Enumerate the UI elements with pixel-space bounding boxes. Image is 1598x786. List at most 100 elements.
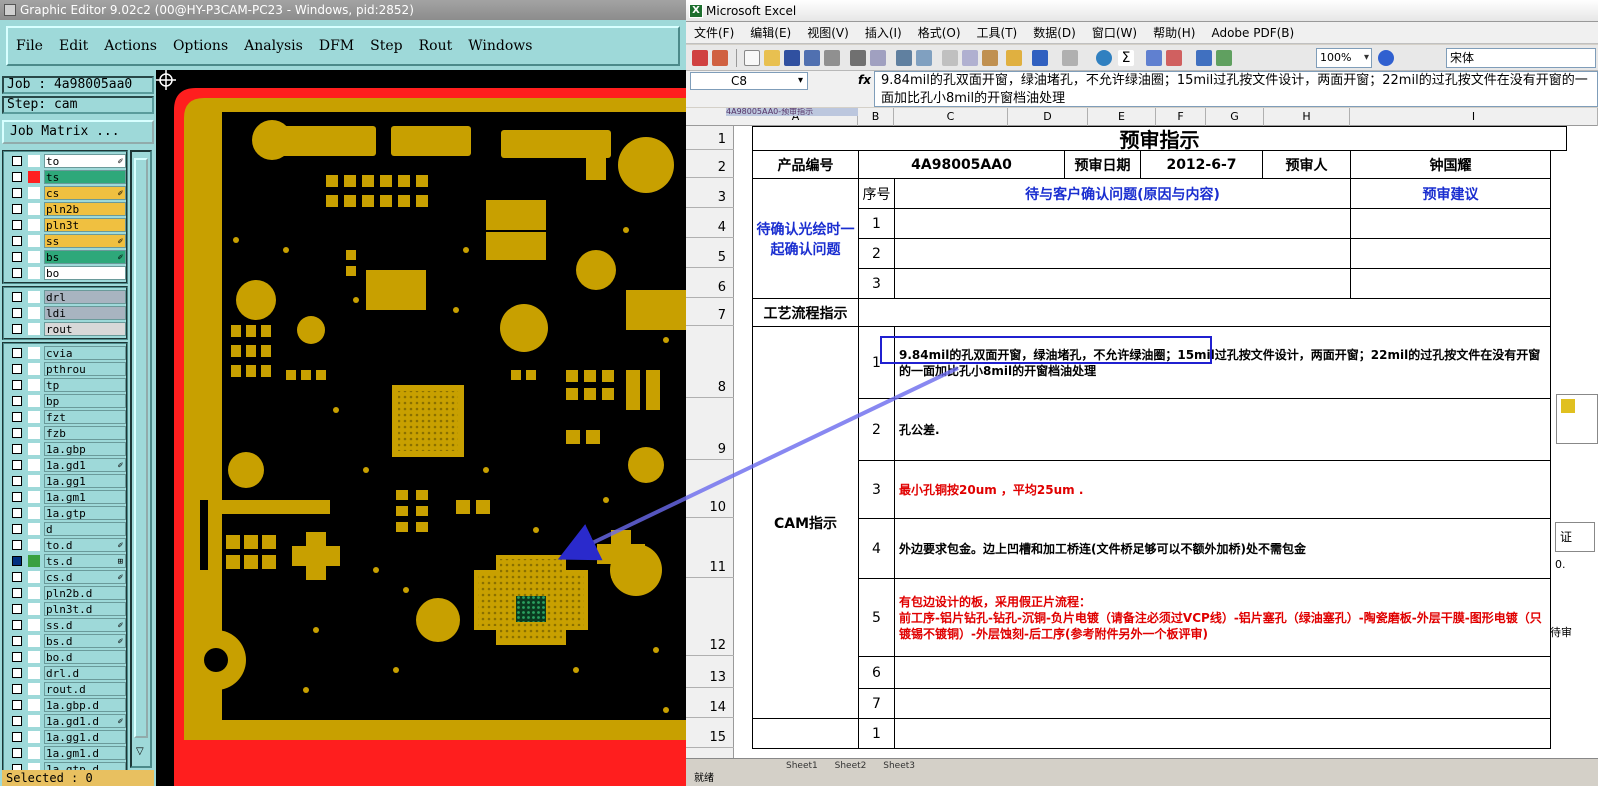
process-cell[interactable] bbox=[858, 298, 1551, 327]
row-header-cell[interactable]: 13 bbox=[686, 656, 734, 688]
layer-row[interactable]: ss ✐ bbox=[4, 233, 126, 249]
layer-row[interactable]: d bbox=[4, 521, 126, 537]
layer-color-swatch[interactable] bbox=[28, 491, 40, 503]
paste-icon[interactable] bbox=[982, 50, 998, 66]
cam-item-cell[interactable] bbox=[894, 688, 1551, 719]
menu-file[interactable]: File bbox=[16, 38, 43, 54]
cam-item-num-cell[interactable]: 2 bbox=[858, 398, 895, 461]
column-header-cell[interactable]: D bbox=[1008, 108, 1088, 126]
layer-name[interactable]: bo bbox=[44, 266, 126, 280]
menu-rout[interactable]: Rout bbox=[419, 38, 453, 54]
layer-checkbox[interactable] bbox=[12, 508, 22, 518]
sort-descending-icon[interactable] bbox=[1166, 50, 1182, 66]
cam-item-cell[interactable]: 孔公差. bbox=[894, 398, 1551, 461]
layer-row[interactable]: pln2b bbox=[4, 201, 126, 217]
menu-data-cn[interactable]: 数据(D) bbox=[1033, 24, 1076, 41]
cam-item-num-cell[interactable]: 3 bbox=[858, 460, 895, 519]
layer-name[interactable]: rout.d bbox=[44, 682, 126, 696]
layer-checkbox[interactable] bbox=[12, 636, 22, 646]
layer-color-swatch[interactable] bbox=[28, 203, 40, 215]
layer-color-swatch[interactable] bbox=[28, 523, 40, 535]
layer-checkbox[interactable] bbox=[12, 524, 22, 534]
menu-actions[interactable]: Actions bbox=[104, 38, 157, 54]
layer-row[interactable]: 1a.gg1 bbox=[4, 473, 126, 489]
layer-name[interactable]: bo.d bbox=[44, 650, 126, 664]
layer-row[interactable]: 1a.gm1.d bbox=[4, 745, 126, 761]
name-box[interactable]: C8 bbox=[690, 72, 808, 90]
layer-checkbox[interactable] bbox=[12, 292, 22, 302]
layer-checkbox[interactable] bbox=[12, 572, 22, 582]
hyperlink-icon[interactable] bbox=[1096, 50, 1112, 66]
layer-name[interactable]: ss.d ✐ bbox=[44, 618, 126, 632]
layer-name[interactable]: fzt bbox=[44, 410, 126, 424]
menu-view-cn[interactable]: 视图(V) bbox=[807, 24, 849, 41]
sheet-tab-3[interactable]: Sheet3 bbox=[883, 761, 915, 771]
review-date-cell[interactable]: 2012-6-7 bbox=[1140, 150, 1263, 179]
layer-color-swatch[interactable] bbox=[28, 603, 40, 615]
layer-row[interactable]: to ✐ bbox=[4, 153, 126, 169]
row-header-cell[interactable]: 3 bbox=[686, 178, 734, 208]
cam-item-cell[interactable]: 最小孔铜按20um ，平均25um . bbox=[894, 460, 1551, 519]
row-header-cell[interactable]: 1 bbox=[686, 126, 734, 150]
process-label-cell[interactable]: 工艺流程指示 bbox=[752, 298, 859, 327]
cam-item-cell[interactable]: 9.84mil的孔双面开窗，绿油堵孔，不允许绿油圈；15mil过孔按文件设计，两… bbox=[894, 326, 1551, 399]
cam-item-num-cell[interactable]: 5 bbox=[858, 578, 895, 657]
layer-name[interactable]: 1a.gd1.d ✐ bbox=[44, 714, 126, 728]
layer-name[interactable]: cs ✐ bbox=[44, 186, 126, 200]
menu-windows[interactable]: Windows bbox=[468, 38, 532, 54]
layer-checkbox[interactable] bbox=[12, 668, 22, 678]
row-header-cell[interactable]: 15 bbox=[686, 718, 734, 748]
layer-color-swatch[interactable] bbox=[28, 747, 40, 759]
graphic-editor-title-bar[interactable]: Graphic Editor 9.02c2 (00@HY-P3CAM-PC23 … bbox=[0, 0, 686, 20]
layer-name[interactable]: to.d ✐ bbox=[44, 538, 126, 552]
layer-color-swatch[interactable] bbox=[28, 443, 40, 455]
spelling-icon[interactable] bbox=[896, 50, 912, 66]
row-header-cell[interactable]: 8 bbox=[686, 326, 734, 398]
layer-name[interactable]: cs.d ✐ bbox=[44, 570, 126, 584]
layer-checkbox[interactable] bbox=[12, 236, 22, 246]
layer-row[interactable]: fzt bbox=[4, 409, 126, 425]
row15-num-cell[interactable]: 1 bbox=[858, 718, 895, 749]
print-preview-icon[interactable] bbox=[870, 50, 886, 66]
layer-name[interactable]: 1a.gg1.d bbox=[44, 730, 126, 744]
layer-color-swatch[interactable] bbox=[28, 427, 40, 439]
open-icon[interactable] bbox=[764, 50, 780, 66]
layer-row[interactable]: fzb bbox=[4, 425, 126, 441]
row-header-cell[interactable]: 7 bbox=[686, 298, 734, 326]
cam-item-cell[interactable]: 外边要求包金。边上凹槽和加工桥连(文件桥足够可以不额外加桥)处不需包金 bbox=[894, 518, 1551, 579]
cut-icon[interactable] bbox=[942, 50, 958, 66]
pending-suggestion-cell[interactable] bbox=[1350, 238, 1551, 269]
menu-help-cn[interactable]: 帮助(H) bbox=[1153, 24, 1195, 41]
row15-cell[interactable] bbox=[894, 718, 1551, 749]
layer-checkbox[interactable] bbox=[12, 444, 22, 454]
seq-label-cell[interactable]: 序号 bbox=[858, 178, 895, 209]
layer-name[interactable]: bp bbox=[44, 394, 126, 408]
menu-edit-cn[interactable]: 编辑(E) bbox=[750, 24, 791, 41]
layer-color-swatch[interactable] bbox=[28, 555, 40, 567]
column-header-cell[interactable]: F bbox=[1156, 108, 1206, 126]
pending-suggestion-cell[interactable] bbox=[1350, 268, 1551, 299]
menu-edit[interactable]: Edit bbox=[59, 38, 88, 54]
layer-checkbox[interactable] bbox=[12, 556, 22, 566]
layer-color-swatch[interactable] bbox=[28, 571, 40, 583]
layer-color-swatch[interactable] bbox=[28, 699, 40, 711]
pdf-settings-icon[interactable] bbox=[712, 50, 728, 66]
layer-checkbox[interactable] bbox=[12, 204, 22, 214]
layer-row[interactable]: 1a.gg1.d bbox=[4, 729, 126, 745]
row-header-cell[interactable]: 14 bbox=[686, 688, 734, 718]
menu-step[interactable]: Step bbox=[370, 38, 402, 54]
pending-issue-cell[interactable] bbox=[894, 238, 1351, 269]
layer-list-scrollbar[interactable]: ▽ bbox=[130, 150, 152, 768]
scrollbar-thumb[interactable] bbox=[134, 158, 148, 738]
layer-row[interactable]: 1a.gd1.d ✐ bbox=[4, 713, 126, 729]
layer-color-swatch[interactable] bbox=[28, 651, 40, 663]
layer-row[interactable]: 1a.gd1 ✐ bbox=[4, 457, 126, 473]
menu-insert-cn[interactable]: 插入(I) bbox=[865, 24, 902, 41]
layer-checkbox[interactable] bbox=[12, 308, 22, 318]
row-header-cell[interactable]: 2 bbox=[686, 150, 734, 178]
sheet-tab-2[interactable]: Sheet2 bbox=[835, 761, 867, 771]
layer-color-swatch[interactable] bbox=[28, 411, 40, 423]
layer-name[interactable]: 1a.gd1 ✐ bbox=[44, 458, 126, 472]
layer-color-swatch[interactable] bbox=[28, 619, 40, 631]
layer-color-swatch[interactable] bbox=[28, 683, 40, 695]
